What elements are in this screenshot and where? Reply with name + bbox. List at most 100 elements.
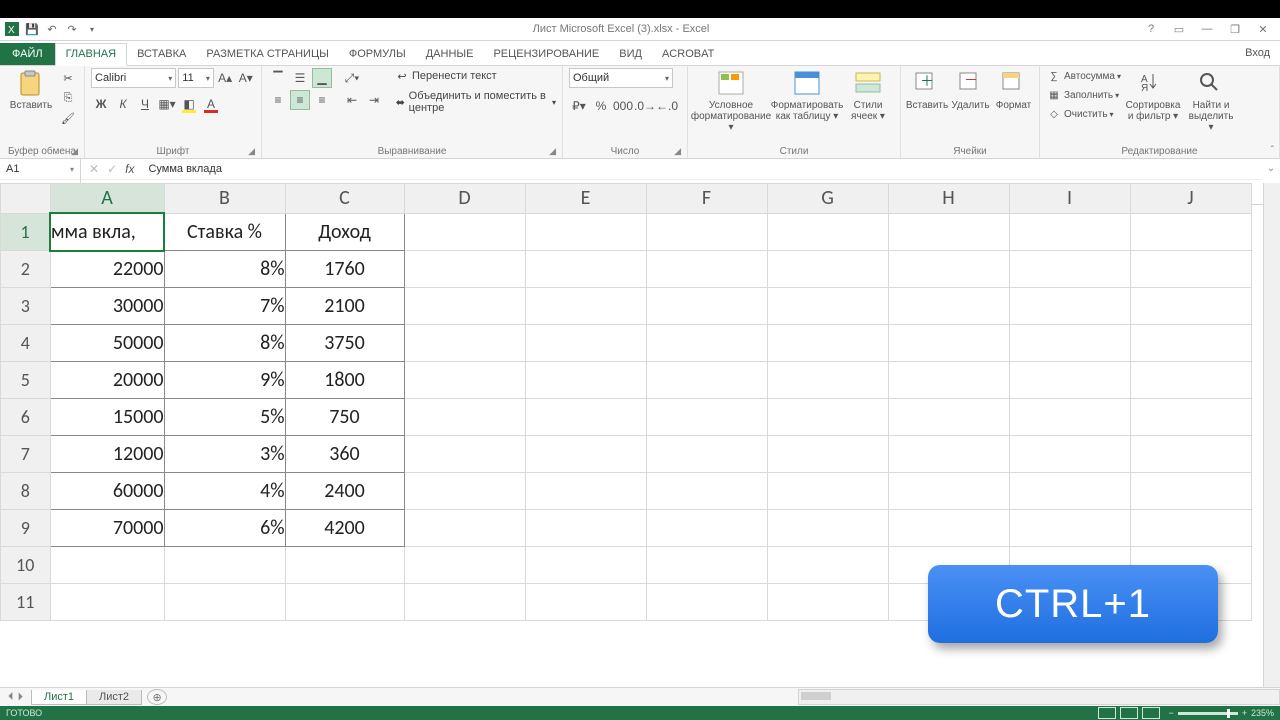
cell[interactable] <box>646 362 767 399</box>
cell[interactable] <box>404 473 525 510</box>
align-left-icon[interactable]: ≡ <box>268 90 288 110</box>
cell[interactable]: 30000 <box>50 288 164 325</box>
cell[interactable]: 1760 <box>285 251 404 288</box>
cell[interactable] <box>1130 325 1251 362</box>
cell[interactable]: 15000 <box>50 399 164 436</box>
increase-decimal-icon[interactable]: .0→ <box>635 96 655 116</box>
cell[interactable] <box>646 436 767 473</box>
cell-styles-button[interactable]: Стили ячеек ▾ <box>846 68 890 122</box>
save-icon[interactable]: 💾 <box>24 21 40 37</box>
cell[interactable] <box>767 288 888 325</box>
cell[interactable] <box>1130 510 1251 547</box>
col-header-G[interactable]: G <box>767 184 888 214</box>
cell[interactable] <box>888 473 1009 510</box>
zoom-out-icon[interactable]: − <box>1168 708 1173 718</box>
col-header-A[interactable]: A <box>50 184 164 214</box>
cell[interactable] <box>1009 510 1130 547</box>
merge-center-button[interactable]: ⬌Объединить и поместить в центре▾ <box>394 90 556 114</box>
cell[interactable] <box>646 251 767 288</box>
cell[interactable] <box>50 547 164 584</box>
select-all-corner[interactable] <box>1 184 51 214</box>
increase-indent-icon[interactable]: ⇥ <box>364 90 384 110</box>
cell[interactable] <box>164 547 285 584</box>
row-header[interactable]: 8 <box>1 473 51 510</box>
accept-formula-icon[interactable]: ✓ <box>107 162 117 176</box>
cell[interactable]: 5% <box>164 399 285 436</box>
cell[interactable] <box>525 213 646 251</box>
cell[interactable] <box>525 251 646 288</box>
cell[interactable]: 3750 <box>285 325 404 362</box>
col-header-B[interactable]: B <box>164 184 285 214</box>
format-as-table-button[interactable]: Форматировать как таблицу ▾ <box>772 68 842 122</box>
row-header[interactable]: 10 <box>1 547 51 584</box>
cell[interactable] <box>404 325 525 362</box>
tab-formulas[interactable]: ФОРМУЛЫ <box>339 44 416 65</box>
cell[interactable] <box>888 399 1009 436</box>
cell[interactable]: 20000 <box>50 362 164 399</box>
cell[interactable] <box>404 436 525 473</box>
cell[interactable] <box>525 325 646 362</box>
cell[interactable] <box>164 584 285 621</box>
cell[interactable] <box>888 325 1009 362</box>
row-header[interactable]: 5 <box>1 362 51 399</box>
cell[interactable]: 2400 <box>285 473 404 510</box>
help-icon[interactable]: ? <box>1142 23 1160 35</box>
copy-icon[interactable]: ⎘ <box>60 90 76 106</box>
font-size-combo[interactable]: 11▾ <box>178 68 214 88</box>
cell[interactable] <box>1009 399 1130 436</box>
ribbon-options-icon[interactable]: ▭ <box>1170 23 1188 36</box>
name-box[interactable]: A1▾ <box>0 159 80 180</box>
col-header-I[interactable]: I <box>1009 184 1130 214</box>
cell[interactable] <box>50 584 164 621</box>
find-select-button[interactable]: Найти и выделить ▾ <box>1185 68 1237 133</box>
cell[interactable] <box>285 547 404 584</box>
fill-button[interactable]: ▦Заполнить▾ <box>1046 87 1121 103</box>
cell[interactable] <box>1130 213 1251 251</box>
cell[interactable]: 60000 <box>50 473 164 510</box>
comma-icon[interactable]: 000 <box>613 96 633 116</box>
fx-icon[interactable]: fx <box>125 162 134 176</box>
cell[interactable] <box>888 213 1009 251</box>
cell[interactable] <box>646 584 767 621</box>
font-color-button[interactable]: A <box>201 94 221 114</box>
cell[interactable] <box>888 436 1009 473</box>
cell[interactable] <box>1009 436 1130 473</box>
row-header[interactable]: 7 <box>1 436 51 473</box>
cell[interactable] <box>525 288 646 325</box>
cell[interactable]: 2100 <box>285 288 404 325</box>
cell[interactable] <box>404 547 525 584</box>
cell[interactable] <box>525 547 646 584</box>
cell[interactable] <box>767 584 888 621</box>
cell[interactable] <box>525 473 646 510</box>
tab-insert[interactable]: ВСТАВКА <box>127 44 196 65</box>
view-normal-icon[interactable] <box>1098 707 1116 719</box>
cell[interactable] <box>1009 251 1130 288</box>
cell[interactable] <box>525 436 646 473</box>
align-top-icon[interactable]: ▔ <box>268 68 288 88</box>
cell[interactable] <box>767 436 888 473</box>
cell[interactable] <box>1130 399 1251 436</box>
decrease-indent-icon[interactable]: ⇤ <box>342 90 362 110</box>
cell[interactable] <box>1130 473 1251 510</box>
tab-layout[interactable]: РАЗМЕТКА СТРАНИЦЫ <box>196 44 338 65</box>
cell[interactable]: Доход <box>285 213 404 251</box>
cell[interactable] <box>1130 288 1251 325</box>
cell[interactable] <box>767 251 888 288</box>
tab-acrobat[interactable]: ACROBAT <box>652 44 724 65</box>
cell[interactable] <box>404 362 525 399</box>
cell[interactable] <box>767 399 888 436</box>
currency-icon[interactable]: ₽▾ <box>569 96 589 116</box>
cell[interactable] <box>646 213 767 251</box>
cell[interactable] <box>767 325 888 362</box>
row-header[interactable]: 11 <box>1 584 51 621</box>
redo-icon[interactable]: ↷ <box>64 21 80 37</box>
row-header[interactable]: 6 <box>1 399 51 436</box>
cell[interactable] <box>767 473 888 510</box>
conditional-format-button[interactable]: Условное форматирование ▾ <box>694 68 768 133</box>
cell[interactable] <box>646 547 767 584</box>
row-header[interactable]: 4 <box>1 325 51 362</box>
wrap-text-button[interactable]: ↩Перенести текст <box>394 68 556 84</box>
cell[interactable] <box>404 399 525 436</box>
view-layout-icon[interactable] <box>1120 707 1138 719</box>
cancel-formula-icon[interactable]: ✕ <box>89 162 99 176</box>
